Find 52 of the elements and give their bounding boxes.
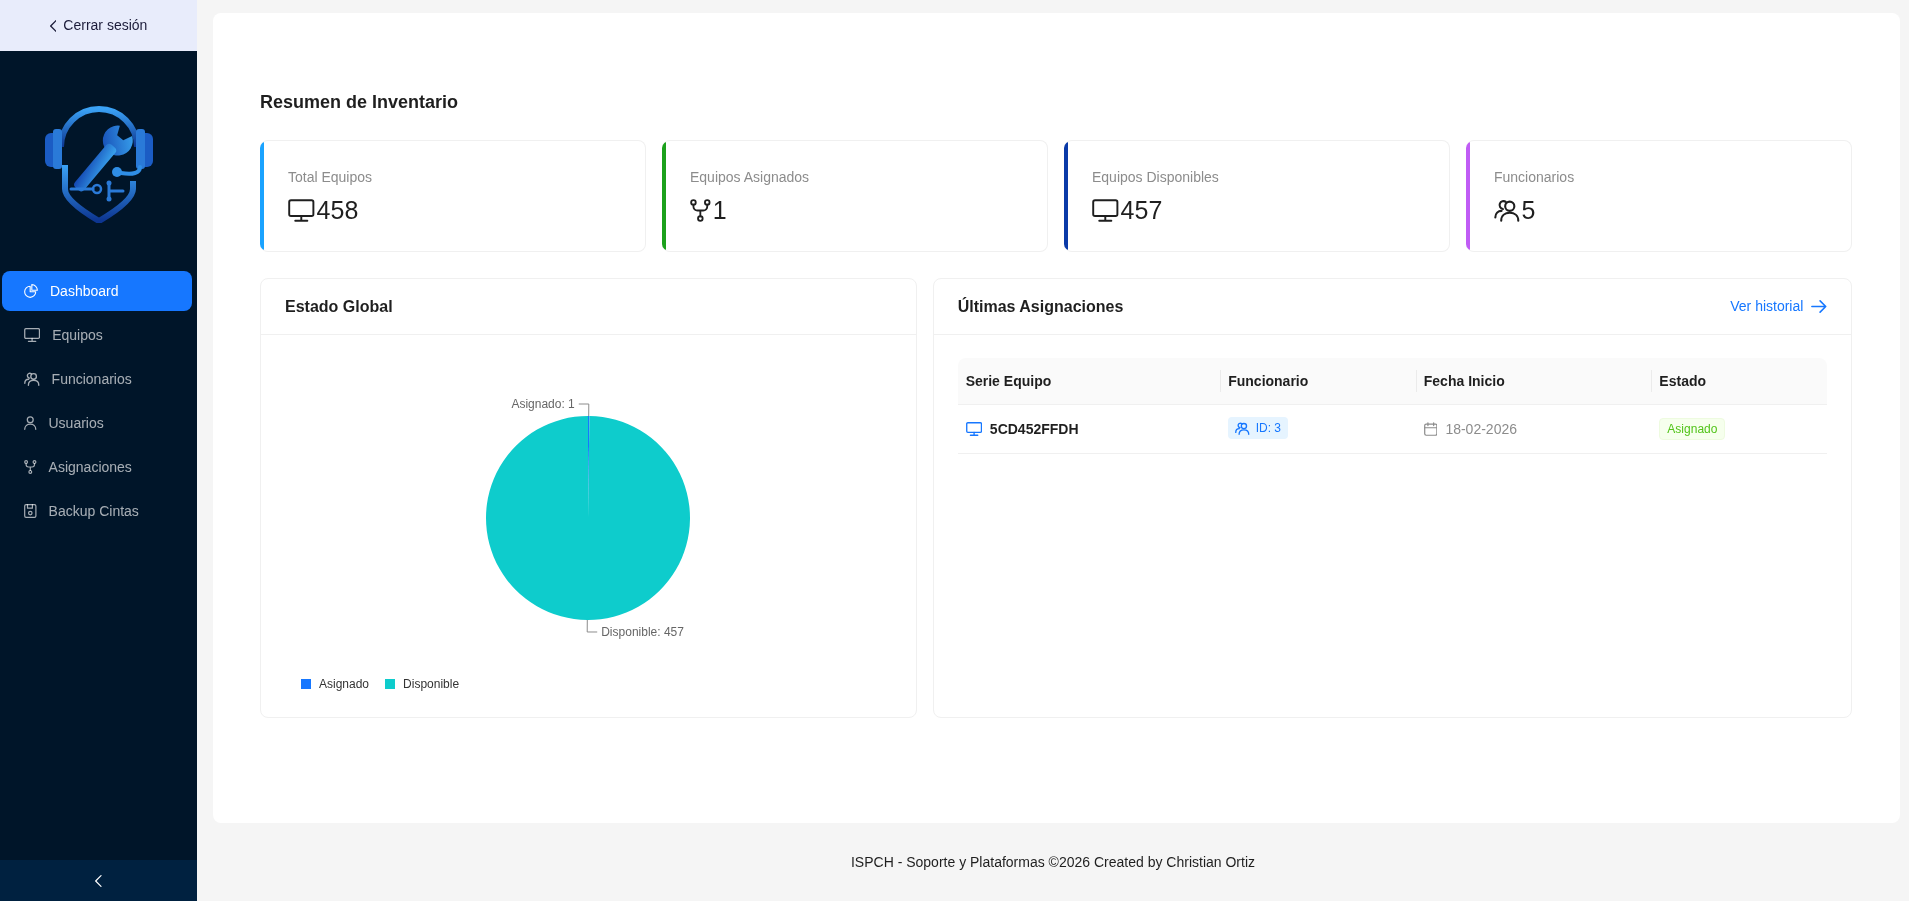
- legend-swatch-icon: [301, 679, 311, 689]
- tag-label: ID: 3: [1255, 420, 1282, 437]
- card-title: Estado Global: [285, 296, 393, 317]
- serial-number: 5CD452FFDH: [989, 419, 1079, 439]
- page-title: Resumen de Inventario: [260, 91, 460, 114]
- fork-icon: [24, 460, 37, 474]
- chevron-left-icon: [49, 19, 57, 32]
- column-header: Funcionario: [1220, 358, 1416, 405]
- stat-value: 1: [712, 195, 727, 226]
- monitor-icon: [965, 421, 982, 436]
- people-icon: [1494, 198, 1520, 222]
- leader-line: [578, 403, 590, 417]
- people-icon: [24, 372, 40, 386]
- date-text: 18-02-2026: [1445, 419, 1517, 439]
- column-header: Fecha Inicio: [1415, 358, 1652, 405]
- data-label: Disponible: 457: [601, 625, 684, 639]
- chevron-left-icon: [95, 874, 102, 887]
- sidebar-item[interactable]: Funcionarios: [2, 359, 192, 399]
- stat-value: 458: [316, 195, 359, 226]
- arrow-right-icon: [1811, 300, 1827, 313]
- data-label: Asignado: 1: [511, 397, 575, 411]
- column-header: Estado: [1651, 358, 1827, 405]
- fork-icon: [690, 198, 711, 222]
- stat-label: Equipos Disponibles: [1092, 168, 1219, 187]
- stat-label: Funcionarios: [1494, 168, 1575, 187]
- stat-value: 457: [1120, 195, 1163, 226]
- sidebar-item[interactable]: Asignaciones: [2, 447, 192, 487]
- history-link[interactable]: Ver historial: [1715, 292, 1842, 321]
- pie-chart-icon: [24, 284, 38, 298]
- stat-value: 5: [1521, 195, 1536, 226]
- leader-line: [586, 619, 598, 633]
- calendar-icon: [1423, 421, 1438, 436]
- legend-label: Asignado: [319, 676, 370, 693]
- stat-label: Total Equipos: [288, 168, 373, 187]
- footer-text: ISPCH - Soporte y Plataformas ©2026 Created by Christian Ortiz: [851, 852, 1255, 872]
- column-header: Serie Equipo: [957, 358, 1221, 405]
- logout-button[interactable]: Cerrar sesión: [0, 0, 197, 51]
- stat-label: Equipos Asignados: [690, 168, 810, 187]
- person-icon: [24, 416, 37, 430]
- sidebar-item[interactable]: Equipos: [2, 315, 192, 355]
- collapse-button[interactable]: [0, 860, 197, 901]
- monitor-icon: [288, 198, 315, 222]
- sidebar-item[interactable]: Dashboard: [2, 271, 192, 311]
- monitor-icon: [1092, 198, 1119, 222]
- status-tag: Asignado: [1659, 418, 1726, 441]
- sidebar-item[interactable]: Usuarios: [2, 403, 192, 443]
- sidebar-item[interactable]: Backup Cintas: [2, 491, 192, 531]
- monitor-icon: [24, 328, 41, 342]
- people-icon: [1235, 421, 1250, 435]
- card-title: Últimas Asignaciones: [957, 296, 1124, 317]
- legend-label: Disponible: [403, 676, 460, 693]
- legend-swatch-icon: [385, 679, 396, 689]
